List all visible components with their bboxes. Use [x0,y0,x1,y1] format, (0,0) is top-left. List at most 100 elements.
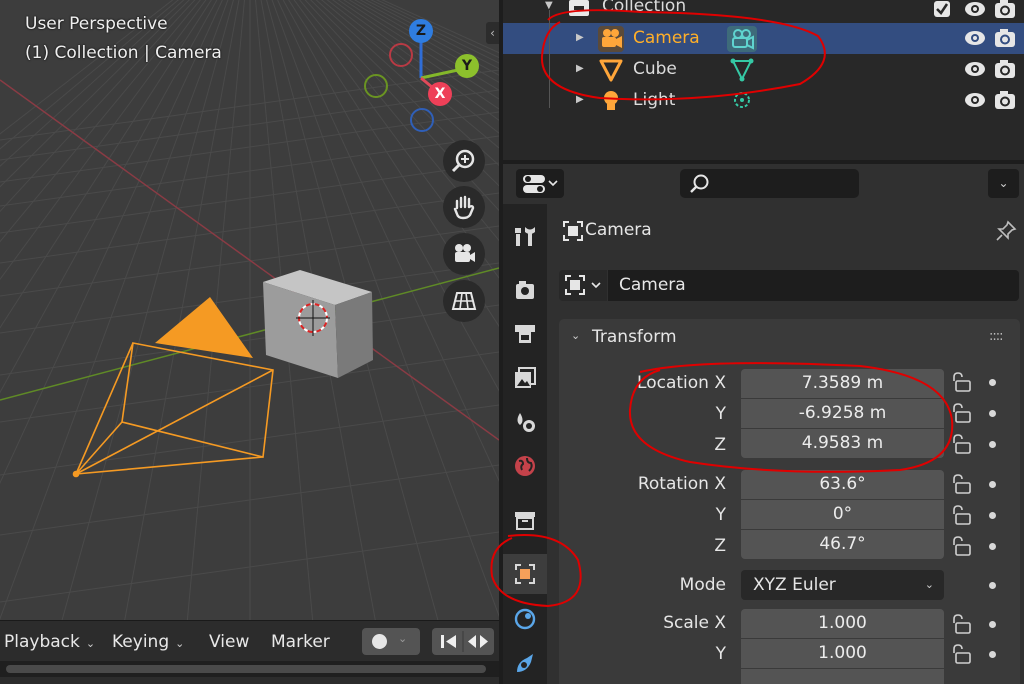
pan-button[interactable] [443,186,485,228]
rotation-x-field[interactable]: 63.6° [741,470,944,499]
editor-type-button[interactable] [516,169,564,198]
timeline-scrollbar[interactable] [0,661,499,677]
location-x-field[interactable]: 7.3589 m [741,369,944,398]
options-dropdown[interactable]: ⌄ [988,169,1019,198]
render-camera-icon[interactable] [994,0,1016,19]
lock-icon[interactable] [950,643,972,665]
render-camera-icon[interactable] [994,90,1016,110]
tab-output[interactable] [503,314,547,354]
outliner-row-light[interactable]: ▶ Light [503,85,1024,116]
keyframe-dot[interactable] [989,651,996,658]
rotation-mode-value: XYZ Euler [753,575,836,595]
camera-object [72,297,274,478]
object-icon [563,221,583,241]
scale-x-field[interactable]: 1.000 [741,609,944,638]
expand-arrow-icon[interactable]: ▶ [576,94,584,105]
menu-playback[interactable]: Playback ⌄ [4,631,95,653]
lock-icon[interactable] [950,433,972,455]
rotation-y-field[interactable]: 0° [741,500,944,529]
gizmo-z[interactable]: Z [409,19,433,43]
gizmo-neg-x[interactable] [389,43,413,67]
tab-modifiers[interactable] [503,599,547,639]
keyframe-dot[interactable] [989,441,996,448]
render-icon [516,281,534,299]
tab-collection[interactable] [503,500,547,540]
keyframe-dot[interactable] [989,543,996,550]
camera-view-button[interactable] [443,233,485,275]
menu-marker[interactable]: Marker [271,631,330,653]
transform-panel-header[interactable]: ⌄ Transform :::: [559,319,1020,355]
light-data-icon [734,92,750,108]
auto-keying-toggle[interactable]: ⌄ [362,628,420,655]
rotation-mode-select[interactable]: XYZ Euler ⌄ [741,570,944,600]
tab-particles[interactable] [503,644,547,684]
gizmo-neg-y[interactable] [364,74,388,98]
menu-keying[interactable]: Keying ⌄ [112,631,184,653]
render-camera-icon[interactable] [994,28,1016,48]
location-z-field[interactable]: 4.9583 m [741,429,944,458]
checkbox-icon[interactable] [932,0,954,19]
lock-icon[interactable] [950,613,972,635]
tab-scene[interactable] [503,402,547,442]
gizmo-neg-z[interactable] [410,108,434,132]
lock-icon[interactable] [950,535,972,557]
toggle-icon [523,175,558,193]
drag-grip-icon[interactable]: :::: [989,329,1003,344]
render-camera-icon[interactable] [994,59,1016,79]
tab-render[interactable] [503,270,547,310]
keyframe-dot[interactable] [989,582,996,589]
keyframe-dot[interactable] [989,512,996,519]
menu-playback-label: Playback [4,632,80,652]
view-context: (1) Collection | Camera [25,43,222,63]
lock-icon[interactable] [950,473,972,495]
zoom-button[interactable] [443,140,485,182]
eye-icon[interactable] [964,28,986,48]
3d-viewport[interactable]: User Perspective (1) Collection | Camera… [0,0,499,620]
chevron-down-icon: ⌄ [398,632,408,645]
scale-y-field[interactable]: 1.000 [741,639,944,668]
outliner-row-cube[interactable]: ▶ Cube [503,54,1024,85]
mode-label: Mode [679,575,726,595]
search-input[interactable] [680,169,859,198]
viewport-scene[interactable] [0,0,499,620]
tab-object[interactable] [503,554,547,594]
sidebar-toggle[interactable]: ‹ [486,22,499,44]
gizmo-y[interactable]: Y [455,54,479,78]
eye-icon[interactable] [964,90,986,110]
ortho-toggle-button[interactable] [443,280,485,322]
outliner-row-collection[interactable]: ▼ Collection [503,0,1024,22]
expand-arrow-icon[interactable]: ▶ [576,32,584,43]
eye-icon[interactable] [964,59,986,79]
location-y-field[interactable]: -6.9258 m [741,399,944,428]
outliner-row-camera[interactable]: ▶ Camera [503,23,1024,54]
lock-icon[interactable] [950,504,972,526]
menu-view[interactable]: View [209,631,249,653]
lock-icon[interactable] [950,402,972,424]
rotation-z-field[interactable]: 46.7° [741,530,944,559]
playback-controls[interactable] [432,628,494,655]
object-browse-button[interactable] [559,270,607,301]
tab-tool[interactable] [503,216,547,256]
gizmo-x[interactable]: X [428,82,452,106]
keyframe-dot[interactable] [989,379,996,386]
keyframe-dot[interactable] [989,410,996,417]
rotation-y-label: Y [715,505,726,525]
view-layer-icon [515,367,536,388]
lock-icon[interactable] [950,371,972,393]
eye-icon[interactable] [964,0,986,19]
timeline-header: Playback ⌄ Keying ⌄ View Marker ⌄ [0,620,499,684]
tab-view-layer[interactable] [503,358,547,398]
scale-z-field[interactable] [741,669,944,684]
tab-world[interactable] [503,446,547,486]
keyframe-dot[interactable] [989,481,996,488]
scrollbar-thumb[interactable] [6,665,486,673]
keyframe-dot[interactable] [989,621,996,628]
grid-ortho-icon [451,292,477,310]
collection-box-icon [515,512,535,530]
mesh-object-icon [599,59,623,82]
pin-icon[interactable] [994,219,1018,243]
context-breadcrumb: Camera [585,220,652,240]
expand-arrow-icon[interactable]: ▶ [576,63,584,74]
object-name-field[interactable]: Camera [608,270,1019,301]
cube-object [263,270,373,378]
